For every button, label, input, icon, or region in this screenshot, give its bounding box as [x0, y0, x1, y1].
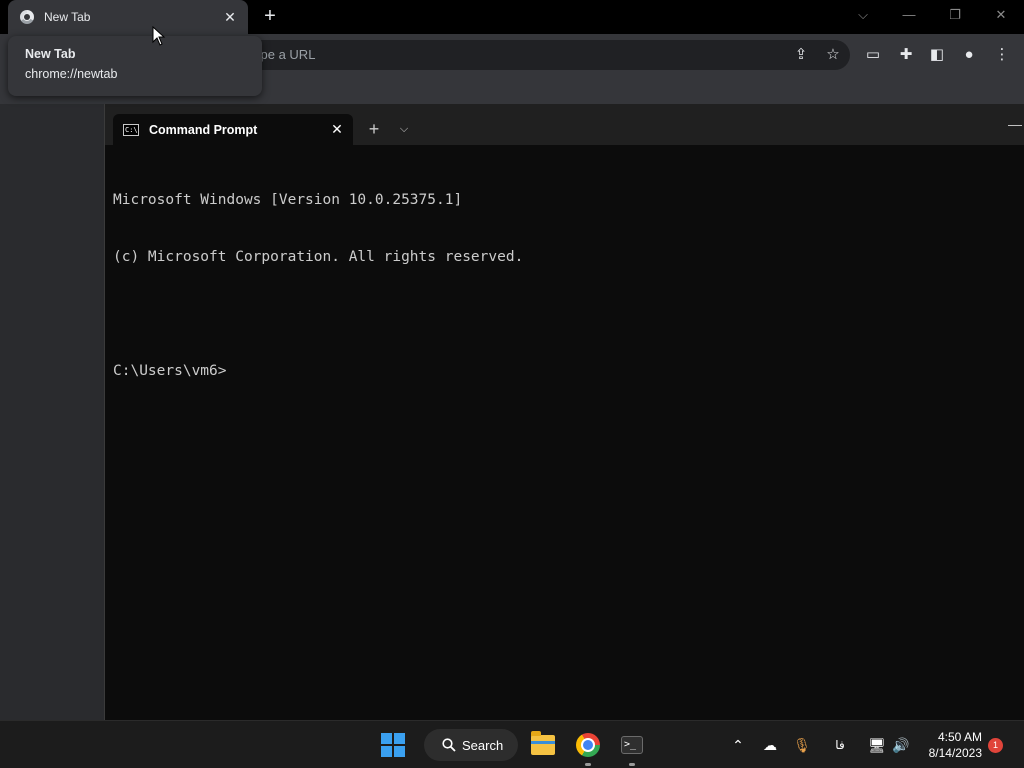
running-indicator: [629, 763, 635, 766]
hover-card-title: New Tab: [25, 47, 76, 61]
windows-logo-icon: [381, 733, 405, 757]
running-indicator: [585, 763, 591, 766]
hover-card-url: chrome://newtab: [25, 67, 118, 81]
clock-date: 8/14/2023: [928, 746, 982, 760]
terminal-tab-title: Command Prompt: [149, 122, 258, 137]
terminal-output[interactable]: Microsoft Windows [Version 10.0.25375.1]…: [113, 153, 1024, 419]
terminal-dropdown-icon[interactable]: ⌵: [393, 118, 415, 140]
browser-tab-title: New Tab: [44, 10, 91, 24]
microphone-icon[interactable]: 🎙: [792, 735, 812, 755]
new-tab-button[interactable]: +: [258, 5, 282, 29]
show-hidden-icons-chevron-icon[interactable]: ⌃: [728, 735, 748, 755]
mouse-cursor-icon: [152, 26, 166, 46]
terminal-new-tab-button[interactable]: +: [363, 118, 385, 140]
restore-icon[interactable]: ❐: [940, 4, 970, 28]
folder-icon: [531, 731, 555, 755]
chrome-icon: [576, 733, 600, 757]
close-tab-icon[interactable]: ✕: [218, 9, 242, 26]
terminal-line: (c) Microsoft Corporation. All rights re…: [113, 249, 524, 265]
terminal-line: Microsoft Windows [Version 10.0.25375.1]: [113, 192, 463, 208]
taskbar-search-label: Search: [462, 737, 504, 753]
chrome-taskbar-button[interactable]: [572, 729, 604, 766]
command-prompt-icon: C:\: [123, 123, 139, 136]
terminal-prompt: C:\Users\vm6>: [113, 363, 227, 379]
input-language-indicator[interactable]: فا: [830, 735, 850, 755]
close-window-icon[interactable]: ✕: [986, 4, 1016, 28]
tab-search-chevron-icon[interactable]: ⌵: [848, 4, 878, 28]
clock[interactable]: 4:50 AM 8/14/2023: [920, 729, 982, 761]
address-bar-placeholder: ype a URL: [254, 47, 316, 62]
side-panel-icon[interactable]: ◧: [926, 44, 948, 66]
terminal-minimize-icon[interactable]: —: [1005, 116, 1024, 136]
file-explorer-button[interactable]: [527, 729, 559, 761]
network-icon[interactable]: 🖥: [867, 735, 887, 755]
chrome-favicon-icon: [20, 10, 34, 24]
onedrive-cloud-icon[interactable]: ☁: [760, 735, 780, 755]
terminal-tab-command-prompt[interactable]: C:\ Command Prompt ✕: [113, 114, 353, 145]
clock-time: 4:50 AM: [937, 730, 982, 744]
bookmark-star-icon[interactable]: ☆: [822, 44, 844, 66]
notification-badge[interactable]: 1: [988, 738, 1003, 753]
close-terminal-tab-icon[interactable]: ✕: [325, 121, 349, 138]
browser-tab-new-tab[interactable]: New Tab ✕: [8, 0, 248, 34]
tab-hover-card: New Tab chrome://newtab: [8, 36, 262, 96]
terminal-titlebar: C:\ Command Prompt ✕ + ⌵ —: [105, 104, 1024, 145]
terminal-window: C:\ Command Prompt ✕ + ⌵ — Microsoft Win…: [104, 104, 1024, 720]
share-icon[interactable]: ⇪: [790, 44, 812, 66]
taskbar: Search >_ ⌃ ☁ 🎙 فا 🖥 🔊 4:50 AM 8/14/2023…: [0, 720, 1024, 768]
profile-icon[interactable]: ●: [958, 44, 980, 66]
terminal-taskbar-button[interactable]: >_: [616, 729, 648, 766]
volume-icon[interactable]: 🔊: [891, 735, 911, 755]
search-icon: [442, 738, 456, 752]
terminal-icon: >_: [621, 736, 643, 754]
taskbar-search-button[interactable]: Search: [424, 729, 518, 761]
address-bar[interactable]: ype a URL ⇪ ☆: [160, 40, 850, 70]
start-button[interactable]: [377, 729, 409, 761]
extensions-icon[interactable]: ✚: [895, 44, 917, 66]
cast-icon[interactable]: ▭: [862, 44, 884, 66]
more-menu-icon[interactable]: ⋮: [991, 44, 1013, 66]
minimize-icon[interactable]: —: [894, 4, 924, 28]
